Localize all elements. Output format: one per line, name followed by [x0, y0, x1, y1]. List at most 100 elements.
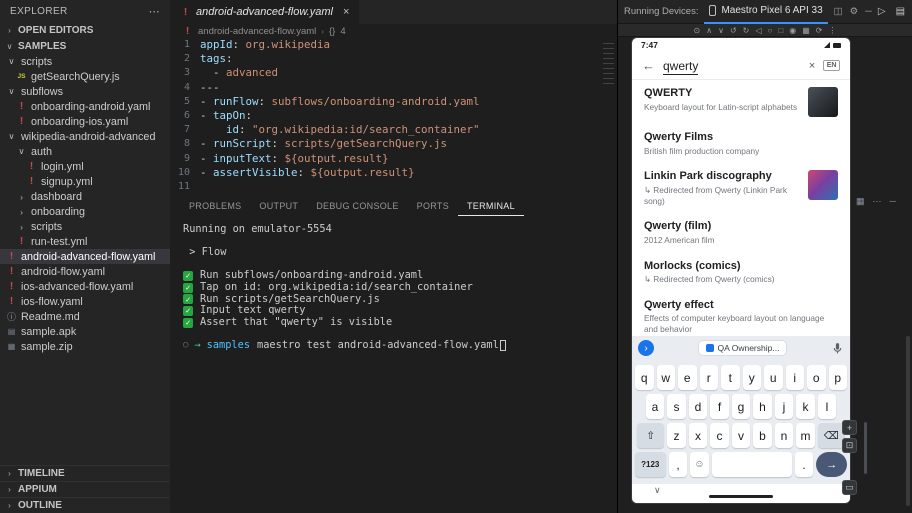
search-result-qwerty-films[interactable]: Qwerty Films British film production comp…	[632, 124, 850, 163]
panel-tab-ports[interactable]: PORTS	[408, 196, 458, 216]
tree-item-sample-apk[interactable]: ▤ sample.apk	[0, 324, 170, 339]
panel-tab-output[interactable]: OUTPUT	[250, 196, 307, 216]
key-j[interactable]: j	[774, 394, 794, 419]
gear-icon[interactable]: ⚙	[850, 6, 859, 17]
key-r[interactable]: r	[699, 365, 718, 390]
gesture-pill[interactable]	[709, 495, 773, 498]
symbols-key[interactable]: ?123	[634, 452, 666, 477]
tree-item-dashboard[interactable]: › dashboard	[0, 189, 170, 204]
key-h[interactable]: h	[753, 394, 772, 419]
key-p[interactable]: p	[828, 365, 847, 390]
tree-item-sample-zip[interactable]: ▦ sample.zip	[0, 339, 170, 354]
key-u[interactable]: u	[764, 365, 783, 390]
record-icon[interactable]: ▦	[802, 26, 810, 35]
ellipsis-icon[interactable]: ⋯	[873, 196, 882, 207]
tab-android-advanced-flow[interactable]: ! android-advanced-flow.yaml ×	[170, 0, 360, 24]
close-icon[interactable]: ×	[343, 6, 349, 18]
search-result-morlocks-comics[interactable]: Morlocks (comics) ↳ Redirected from Qwert…	[632, 253, 850, 292]
backspace-key[interactable]: ⌫	[817, 423, 845, 448]
grid-icon[interactable]: ▦	[856, 196, 865, 207]
dash-icon[interactable]: ─	[890, 196, 896, 207]
key-c[interactable]: c	[710, 423, 729, 448]
panel-tab-debug-console[interactable]: DEBUG CONSOLE	[307, 196, 407, 216]
collapse-keyboard-icon[interactable]: ∨	[654, 485, 661, 496]
section-appium[interactable]: › APPIUM	[0, 481, 170, 497]
key-g[interactable]: g	[731, 394, 751, 419]
key-t[interactable]: t	[721, 365, 740, 390]
key-n[interactable]: n	[774, 423, 794, 448]
rotate-right-icon[interactable]: ↻	[743, 26, 750, 35]
emoji-key[interactable]: ☺	[690, 452, 709, 477]
key-w[interactable]: w	[656, 365, 675, 390]
key-i[interactable]: i	[785, 365, 804, 390]
clear-search-icon[interactable]: ×	[809, 60, 815, 72]
key-z[interactable]: z	[667, 423, 686, 448]
period-key[interactable]: .	[794, 452, 814, 477]
minimap[interactable]	[603, 41, 614, 87]
overview-icon[interactable]: □	[778, 26, 783, 35]
volume-up-icon[interactable]: ∧	[706, 26, 712, 35]
zoom-fit-icon[interactable]: ⊡	[842, 438, 857, 453]
tree-item-ios-advanced-flow-yaml[interactable]: ! ios-advanced-flow.yaml	[0, 279, 170, 294]
more-vertical-icon[interactable]: ⋮	[828, 26, 836, 35]
tree-item-wikipedia-android-advanced[interactable]: ∨ wikipedia-android-advanced	[0, 129, 170, 144]
zoom-in-icon[interactable]: +	[842, 420, 857, 435]
tree-item-ios-flow-yaml[interactable]: ! ios-flow.yaml	[0, 294, 170, 309]
minimize-icon[interactable]: ─	[865, 6, 872, 17]
breadcrumb-file[interactable]: android-advanced-flow.yaml	[198, 26, 316, 37]
tree-item-subflows[interactable]: ∨ subflows	[0, 84, 170, 99]
tree-item-getsearchquery-js[interactable]: JS getSearchQuery.js	[0, 69, 170, 84]
split-icon[interactable]: ◫	[834, 6, 843, 17]
key-b[interactable]: b	[753, 423, 772, 448]
tree-item-login-yml[interactable]: ! login.yml	[0, 159, 170, 174]
tree-item-onboarding-ios-yaml[interactable]: ! onboarding-ios.yaml	[0, 114, 170, 129]
back-icon[interactable]: ◁	[755, 26, 761, 35]
panel-tab-terminal[interactable]: TERMINAL	[458, 196, 524, 216]
tree-item-android-flow-yaml[interactable]: ! android-flow.yaml	[0, 264, 170, 279]
search-input[interactable]: qwerty	[663, 57, 801, 75]
key-f[interactable]: f	[710, 394, 729, 419]
tree-item-onboarding-android-yaml[interactable]: ! onboarding-android.yaml	[0, 99, 170, 114]
panel-tab-problems[interactable]: PROBLEMS	[180, 196, 250, 216]
key-e[interactable]: e	[678, 365, 697, 390]
shift-key[interactable]: ⇧	[637, 423, 665, 448]
key-q[interactable]: q	[635, 365, 654, 390]
space-key[interactable]	[711, 452, 792, 477]
tree-item-android-advanced-flow-yaml[interactable]: ! android-advanced-flow.yaml	[0, 249, 170, 264]
comma-key[interactable]: ,	[668, 452, 688, 477]
terminal[interactable]: Running on emulator-5554 > Flow ✓ Run subf…	[183, 223, 609, 513]
device-tab-maestro-pixel-6[interactable]: Maestro Pixel 6 API 33	[704, 0, 828, 24]
section-timeline[interactable]: › TIMELINE	[0, 465, 170, 481]
zoom-scrollbar[interactable]	[864, 422, 867, 474]
back-arrow-icon[interactable]: ←	[642, 58, 655, 73]
search-result-qwerty[interactable]: QWERTY Keyboard layout for Latin-script a…	[632, 80, 850, 124]
clipboard-suggestion-chip[interactable]: QA Ownership...	[697, 340, 788, 356]
tree-item-signup-yml[interactable]: ! signup.yml	[0, 174, 170, 189]
key-o[interactable]: o	[807, 365, 826, 390]
tree-item-onboarding[interactable]: › onboarding	[0, 204, 170, 219]
gboard-features-button[interactable]: ›	[638, 340, 654, 356]
search-result-qwerty-film[interactable]: Qwerty (film) 2012 American film	[632, 213, 850, 252]
screenshot-icon[interactable]: ◉	[789, 26, 796, 35]
layout-icon[interactable]: ▤	[896, 6, 905, 17]
section-open-editors[interactable]: › OPEN EDITORS	[0, 22, 170, 38]
tree-item-scripts[interactable]: ∨ scripts	[0, 54, 170, 69]
key-x[interactable]: x	[688, 423, 708, 448]
device-screen[interactable]: 7:47 ← qwerty × EN QWERTY Keyboard layout…	[631, 37, 851, 504]
tree-item-auth[interactable]: ∨ auth	[0, 144, 170, 159]
breadcrumb-symbol[interactable]: {}	[329, 26, 335, 37]
tree-item-run-test-yml[interactable]: ! run-test.yml	[0, 234, 170, 249]
rotate-left-icon[interactable]: ↺	[730, 26, 737, 35]
power-icon[interactable]: ⊙	[694, 26, 701, 35]
key-a[interactable]: a	[645, 394, 665, 419]
mic-icon[interactable]	[831, 342, 844, 355]
tree-item-scripts[interactable]: › scripts	[0, 219, 170, 234]
key-k[interactable]: k	[796, 394, 815, 419]
key-v[interactable]: v	[731, 423, 751, 448]
key-d[interactable]: d	[688, 394, 708, 419]
key-s[interactable]: s	[667, 394, 686, 419]
panel-scrollbar[interactable]	[906, 336, 910, 506]
key-m[interactable]: m	[796, 423, 815, 448]
key-l[interactable]: l	[817, 394, 837, 419]
tree-item-readme-md[interactable]: ⓘ Readme.md	[0, 309, 170, 324]
